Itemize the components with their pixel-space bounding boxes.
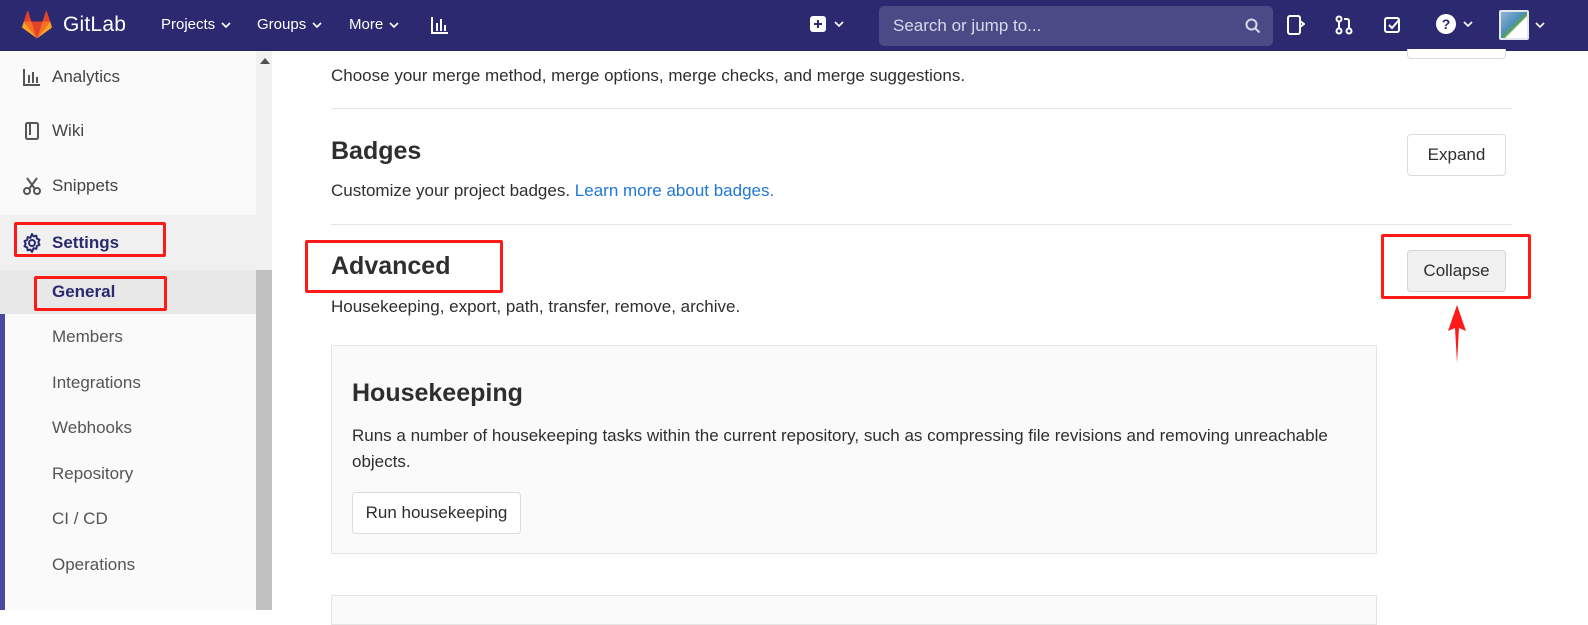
housekeeping-panel: Housekeeping Runs a number of housekeepi… bbox=[331, 345, 1377, 554]
chevron-down-icon bbox=[221, 21, 231, 28]
annotation-arrow-up-icon bbox=[1448, 305, 1466, 363]
subitem-label: General bbox=[52, 282, 116, 301]
merge-requests-description: Choose your merge method, merge options,… bbox=[331, 66, 966, 85]
settings-subitem-operations[interactable]: Operations bbox=[0, 543, 256, 587]
housekeeping-title: Housekeeping bbox=[352, 379, 523, 407]
chevron-down-icon bbox=[389, 21, 399, 28]
subitem-label: Operations bbox=[52, 555, 136, 574]
subitem-label: Webhooks bbox=[52, 418, 133, 437]
advanced-section-title: Advanced bbox=[331, 252, 451, 280]
analytics-icon bbox=[23, 69, 40, 86]
settings-content: Choose your merge method, merge options,… bbox=[273, 49, 1588, 625]
scissors-icon bbox=[23, 177, 41, 195]
sidebar-item-label: Settings bbox=[52, 232, 120, 252]
sidebar-item-label: Analytics bbox=[52, 67, 121, 86]
app-name: GitLab bbox=[63, 13, 127, 36]
gear-icon bbox=[23, 232, 41, 253]
sidebar-item-label: Wiki bbox=[52, 121, 85, 140]
badges-expand-button[interactable]: Expand bbox=[1407, 134, 1506, 176]
new-item-dropdown[interactable] bbox=[810, 16, 844, 32]
help-icon: ? bbox=[1436, 14, 1456, 34]
sidebar-item-label: Snippets bbox=[52, 176, 119, 195]
settings-subitem-ci-cd[interactable]: CI / CD bbox=[0, 497, 256, 541]
settings-subitem-members[interactable]: Members bbox=[0, 315, 256, 359]
learn-more-badges-link[interactable]: Learn more about badges. bbox=[575, 181, 774, 200]
svg-text:?: ? bbox=[1442, 16, 1451, 32]
run-housekeeping-button[interactable]: Run housekeeping bbox=[352, 492, 521, 534]
subitem-label: Members bbox=[52, 327, 123, 346]
subitem-label: Repository bbox=[52, 464, 134, 483]
nav-projects-label: Projects bbox=[161, 16, 216, 33]
settings-subitem-integrations[interactable]: Integrations bbox=[0, 361, 256, 405]
sidebar-item-snippets[interactable]: Snippets bbox=[0, 160, 256, 212]
project-sidebar: Analytics Wiki Snippets Settings General… bbox=[0, 51, 272, 610]
nav-groups-dropdown[interactable]: Groups bbox=[257, 16, 322, 33]
chevron-down-icon bbox=[312, 21, 322, 28]
user-menu-dropdown[interactable] bbox=[1499, 10, 1545, 40]
nav-more-label: More bbox=[349, 16, 384, 33]
nav-groups-label: Groups bbox=[257, 16, 307, 33]
issues-icon[interactable] bbox=[1287, 15, 1305, 35]
nav-more-dropdown[interactable]: More bbox=[349, 16, 399, 33]
scroll-up-arrow-icon[interactable] bbox=[260, 58, 270, 64]
scrollbar-thumb[interactable] bbox=[256, 270, 272, 610]
search-input[interactable] bbox=[891, 15, 1245, 37]
help-dropdown[interactable]: ? bbox=[1436, 14, 1473, 34]
chevron-down-icon bbox=[1463, 21, 1473, 27]
search-icon bbox=[1245, 18, 1261, 34]
settings-subitem-webhooks[interactable]: Webhooks bbox=[0, 406, 256, 450]
advanced-description: Housekeeping, export, path, transfer, re… bbox=[331, 297, 741, 316]
badges-section-title: Badges bbox=[331, 137, 422, 165]
brand-home-link[interactable]: GitLab bbox=[22, 11, 126, 39]
next-settings-panel bbox=[331, 595, 1377, 625]
nav-projects-dropdown[interactable]: Projects bbox=[161, 16, 231, 33]
section-divider bbox=[331, 224, 1512, 225]
advanced-collapse-button[interactable]: Collapse bbox=[1407, 250, 1506, 292]
settings-subitem-general[interactable]: General bbox=[0, 270, 256, 314]
merge-section-button-edge[interactable] bbox=[1407, 49, 1506, 59]
activity-chart-icon[interactable] bbox=[431, 15, 449, 35]
book-icon bbox=[25, 122, 39, 140]
search-box[interactable] bbox=[879, 6, 1273, 46]
avatar bbox=[1499, 10, 1529, 40]
sidebar-item-analytics[interactable]: Analytics bbox=[0, 51, 256, 103]
top-navbar: GitLab Projects Groups More Search or ju… bbox=[0, 0, 1588, 51]
sidebar-item-wiki[interactable]: Wiki bbox=[0, 105, 256, 157]
sidebar-item-settings[interactable]: Settings bbox=[0, 215, 256, 270]
badges-description: Customize your project badges. Learn mor… bbox=[331, 181, 774, 201]
badges-description-text: Customize your project badges. bbox=[331, 181, 571, 200]
todos-icon[interactable] bbox=[1384, 15, 1402, 35]
gitlab-logo-icon bbox=[22, 11, 52, 39]
sidebar-scrollbar[interactable] bbox=[256, 51, 272, 610]
housekeeping-description: Runs a number of housekeeping tasks with… bbox=[352, 426, 1328, 471]
plus-square-icon bbox=[810, 16, 826, 32]
chevron-down-icon bbox=[834, 21, 844, 27]
settings-subitem-repository[interactable]: Repository bbox=[0, 452, 256, 496]
merge-requests-icon[interactable] bbox=[1335, 15, 1353, 35]
chevron-down-icon bbox=[1535, 22, 1545, 28]
subitem-label: CI / CD bbox=[52, 509, 108, 528]
section-divider bbox=[331, 108, 1512, 109]
subitem-label: Integrations bbox=[52, 373, 141, 392]
